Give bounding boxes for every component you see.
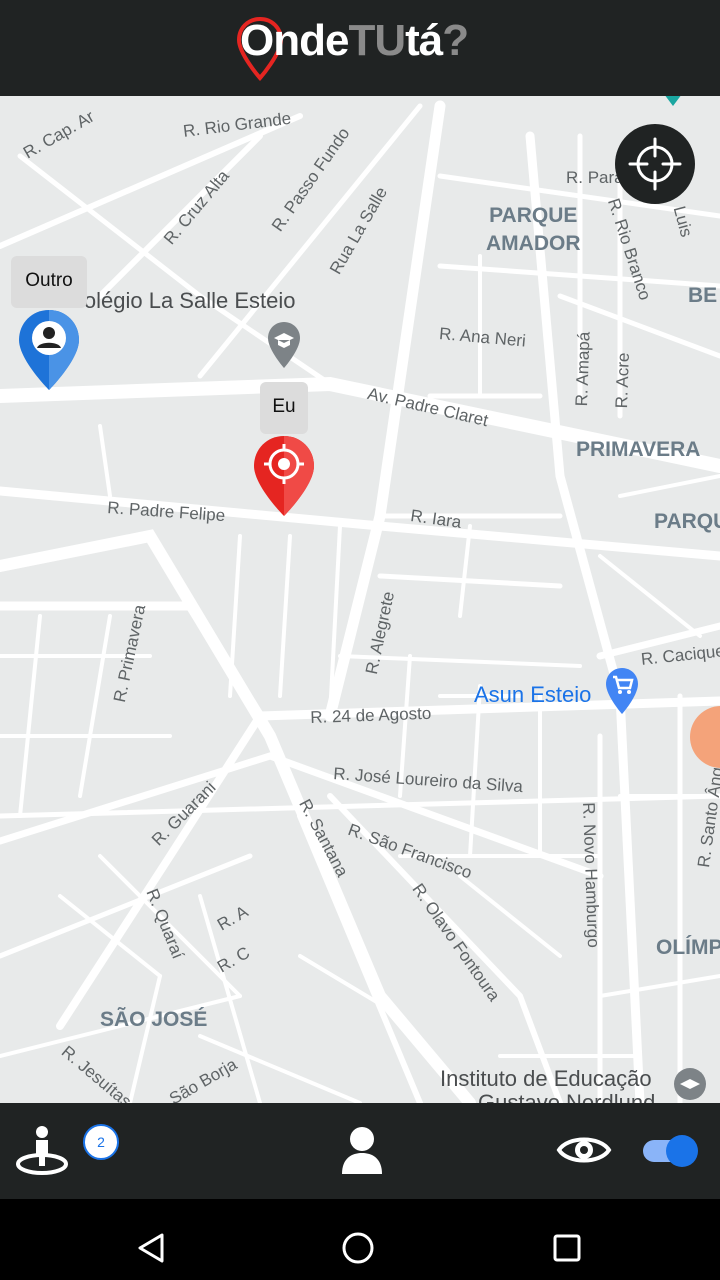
back-icon[interactable]: [136, 1232, 166, 1264]
app-header: OndeTUtá?: [0, 0, 720, 96]
street-label: R. Acre: [612, 352, 633, 409]
locate-me-button[interactable]: [615, 124, 695, 204]
shopping-pin-icon[interactable]: [604, 666, 640, 716]
navigation-arrow-icon: [665, 96, 681, 106]
district-label: SÃO JOSÉ: [100, 1008, 208, 1031]
me-marker-label: Eu: [260, 382, 308, 434]
district-label: OLÍMP: [656, 936, 720, 959]
school-pin-icon[interactable]: [672, 1066, 708, 1103]
locate-crosshair-icon: [628, 137, 682, 191]
toggle-knob: [666, 1135, 698, 1167]
logo-text: OndeTUtá?: [240, 16, 469, 65]
poi-label[interactable]: Asun Esteio: [474, 682, 591, 708]
home-icon[interactable]: [341, 1231, 375, 1265]
eye-icon[interactable]: [556, 1130, 612, 1170]
district-label: PARQU: [654, 510, 720, 533]
map-view[interactable]: R. Cap. Ar R. Rio Grande R. Cruz Alta R.…: [0, 96, 720, 1103]
other-marker-label: Outro: [11, 256, 87, 308]
street-label: R. Amapá: [572, 331, 594, 407]
poi-label[interactable]: Gustavo Nordlund: [478, 1090, 655, 1103]
poi-label[interactable]: Instituto de Educação: [440, 1066, 652, 1092]
recents-icon[interactable]: [553, 1234, 581, 1262]
district-label: PARQUE AMADOR: [486, 204, 581, 255]
other-user-pin-icon[interactable]: [17, 308, 81, 392]
people-count-badge: 2: [83, 1124, 119, 1160]
poi-label[interactable]: Colégio La Salle Esteio: [68, 288, 295, 314]
visibility-toggle[interactable]: [643, 1135, 699, 1167]
school-pin-icon[interactable]: [266, 320, 302, 370]
district-label: PRIMAVERA: [576, 438, 701, 461]
app-logo: OndeTUtá?: [236, 16, 496, 82]
user-location-icon[interactable]: [14, 1124, 70, 1176]
user-icon[interactable]: [340, 1126, 384, 1176]
street-label: R. 24 de Agosto: [310, 703, 432, 727]
target-pin-icon[interactable]: [252, 434, 316, 518]
district-label: BE: [688, 284, 718, 307]
